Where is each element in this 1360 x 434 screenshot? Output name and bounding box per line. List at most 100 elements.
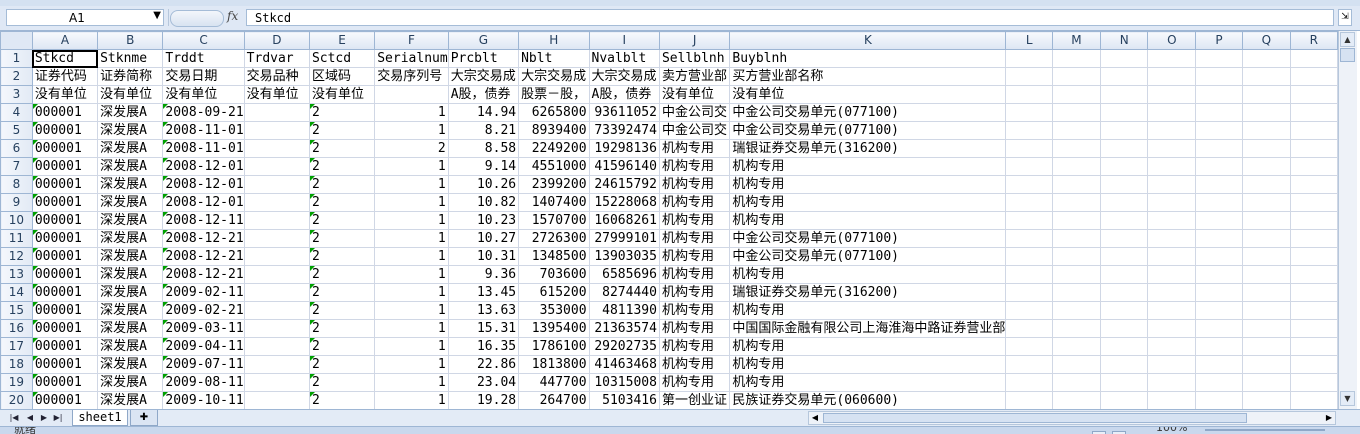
cell-f16[interactable]: 1	[374, 319, 449, 338]
cell-g11[interactable]: 10.27	[447, 229, 520, 248]
row-header[interactable]: 3	[0, 85, 33, 104]
cell-r1[interactable]	[1289, 49, 1338, 68]
cell-k19[interactable]: 机构专用	[729, 373, 1007, 392]
cell-h8[interactable]: 2399200	[518, 175, 590, 194]
horizontal-scroll-thumb[interactable]	[823, 413, 1247, 423]
cell-q14[interactable]	[1241, 283, 1291, 302]
cell-i8[interactable]: 24615792	[588, 175, 660, 194]
cell-h12[interactable]: 1348500	[518, 247, 590, 266]
cell-m8[interactable]	[1051, 175, 1102, 194]
cell-e6[interactable]: 2	[308, 139, 376, 158]
cell-n10[interactable]	[1099, 211, 1149, 230]
cell-i6[interactable]: 19298136	[588, 139, 660, 158]
cell-p6[interactable]	[1195, 139, 1243, 158]
column-header-j[interactable]: J	[658, 31, 731, 50]
cell-b10[interactable]: 深发展A	[97, 211, 164, 230]
cell-m17[interactable]	[1051, 337, 1102, 356]
cell-n13[interactable]	[1099, 265, 1149, 284]
cell-e15[interactable]: 2	[308, 301, 376, 320]
cell-l15[interactable]	[1005, 301, 1053, 320]
cell-c1[interactable]: Trddt	[162, 49, 245, 68]
cell-g7[interactable]: 9.14	[447, 157, 520, 176]
row-header[interactable]: 16	[0, 319, 33, 338]
cell-p8[interactable]	[1195, 175, 1243, 194]
cell-o19[interactable]	[1147, 373, 1197, 392]
cell-c2[interactable]: 交易日期	[162, 67, 245, 86]
cell-j9[interactable]: 机构专用	[658, 193, 731, 212]
cell-p7[interactable]	[1195, 157, 1243, 176]
cell-a12[interactable]: 000001	[31, 247, 99, 266]
cell-d15[interactable]	[243, 301, 310, 320]
cell-m11[interactable]	[1051, 229, 1102, 248]
cell-c16[interactable]: 2009-03-11	[162, 319, 245, 338]
cell-d20[interactable]	[243, 391, 310, 409]
cell-q6[interactable]	[1241, 139, 1291, 158]
cell-d7[interactable]	[243, 157, 310, 176]
cell-a3[interactable]: 没有单位	[31, 85, 99, 104]
cell-p5[interactable]	[1195, 121, 1243, 140]
cell-a7[interactable]: 000001	[31, 157, 99, 176]
row-header[interactable]: 12	[0, 247, 33, 266]
cell-k1[interactable]: Buyblnh	[729, 49, 1007, 68]
cell-r17[interactable]	[1289, 337, 1338, 356]
cell-p18[interactable]	[1195, 355, 1243, 374]
cell-r12[interactable]	[1289, 247, 1338, 266]
cell-b3[interactable]: 没有单位	[97, 85, 164, 104]
cell-d11[interactable]	[243, 229, 310, 248]
cell-l10[interactable]	[1005, 211, 1053, 230]
cell-h16[interactable]: 1395400	[518, 319, 590, 338]
cell-f19[interactable]: 1	[374, 373, 449, 392]
cell-b15[interactable]: 深发展A	[97, 301, 164, 320]
cell-g6[interactable]: 8.58	[447, 139, 520, 158]
cell-h5[interactable]: 8939400	[518, 121, 590, 140]
cell-j20[interactable]: 第一创业证	[658, 391, 731, 409]
scroll-right-icon[interactable]: ▶	[1323, 412, 1335, 424]
cell-n7[interactable]	[1099, 157, 1149, 176]
cell-n16[interactable]	[1099, 319, 1149, 338]
name-box[interactable]: A1 ▼	[6, 9, 164, 26]
cell-f8[interactable]: 1	[374, 175, 449, 194]
cell-a4[interactable]: 000001	[31, 103, 99, 122]
cell-d9[interactable]	[243, 193, 310, 212]
cell-o16[interactable]	[1147, 319, 1197, 338]
cell-g1[interactable]: Prcblt	[447, 49, 520, 68]
cell-n1[interactable]	[1099, 49, 1149, 68]
cell-i4[interactable]: 93611052	[588, 103, 660, 122]
cell-n15[interactable]	[1099, 301, 1149, 320]
cell-c15[interactable]: 2009-02-21	[162, 301, 245, 320]
cell-a2[interactable]: 证券代码	[31, 67, 99, 86]
cell-k17[interactable]: 机构专用	[729, 337, 1007, 356]
prev-sheet-icon[interactable]: ◀	[24, 412, 36, 424]
cell-q20[interactable]	[1241, 391, 1291, 409]
cell-b9[interactable]: 深发展A	[97, 193, 164, 212]
row-header[interactable]: 10	[0, 211, 33, 230]
cell-c6[interactable]: 2008-11-01	[162, 139, 245, 158]
insert-sheet-icon[interactable]: ✚	[130, 410, 158, 426]
cell-g4[interactable]: 14.94	[447, 103, 520, 122]
cell-f7[interactable]: 1	[374, 157, 449, 176]
cell-g20[interactable]: 19.28	[447, 391, 520, 409]
cell-r20[interactable]	[1289, 391, 1338, 409]
cell-m9[interactable]	[1051, 193, 1102, 212]
cell-j7[interactable]: 机构专用	[658, 157, 731, 176]
cell-g15[interactable]: 13.63	[447, 301, 520, 320]
cell-j11[interactable]: 机构专用	[658, 229, 731, 248]
cell-q10[interactable]	[1241, 211, 1291, 230]
cell-b5[interactable]: 深发展A	[97, 121, 164, 140]
last-sheet-icon[interactable]: ▶|	[52, 412, 64, 424]
cell-c9[interactable]: 2008-12-01	[162, 193, 245, 212]
cell-h14[interactable]: 615200	[518, 283, 590, 302]
row-header[interactable]: 15	[0, 301, 33, 320]
cell-l5[interactable]	[1005, 121, 1053, 140]
cell-r6[interactable]	[1289, 139, 1338, 158]
cell-j15[interactable]: 机构专用	[658, 301, 731, 320]
row-header[interactable]: 9	[0, 193, 33, 212]
cell-f3[interactable]	[374, 85, 449, 104]
cell-k4[interactable]: 中金公司交易单元(077100)	[729, 103, 1007, 122]
cell-j19[interactable]: 机构专用	[658, 373, 731, 392]
cell-d13[interactable]	[243, 265, 310, 284]
column-header-k[interactable]: K	[729, 31, 1007, 50]
cell-k14[interactable]: 瑞银证券交易单元(316200)	[729, 283, 1007, 302]
cell-l13[interactable]	[1005, 265, 1053, 284]
cell-j14[interactable]: 机构专用	[658, 283, 731, 302]
